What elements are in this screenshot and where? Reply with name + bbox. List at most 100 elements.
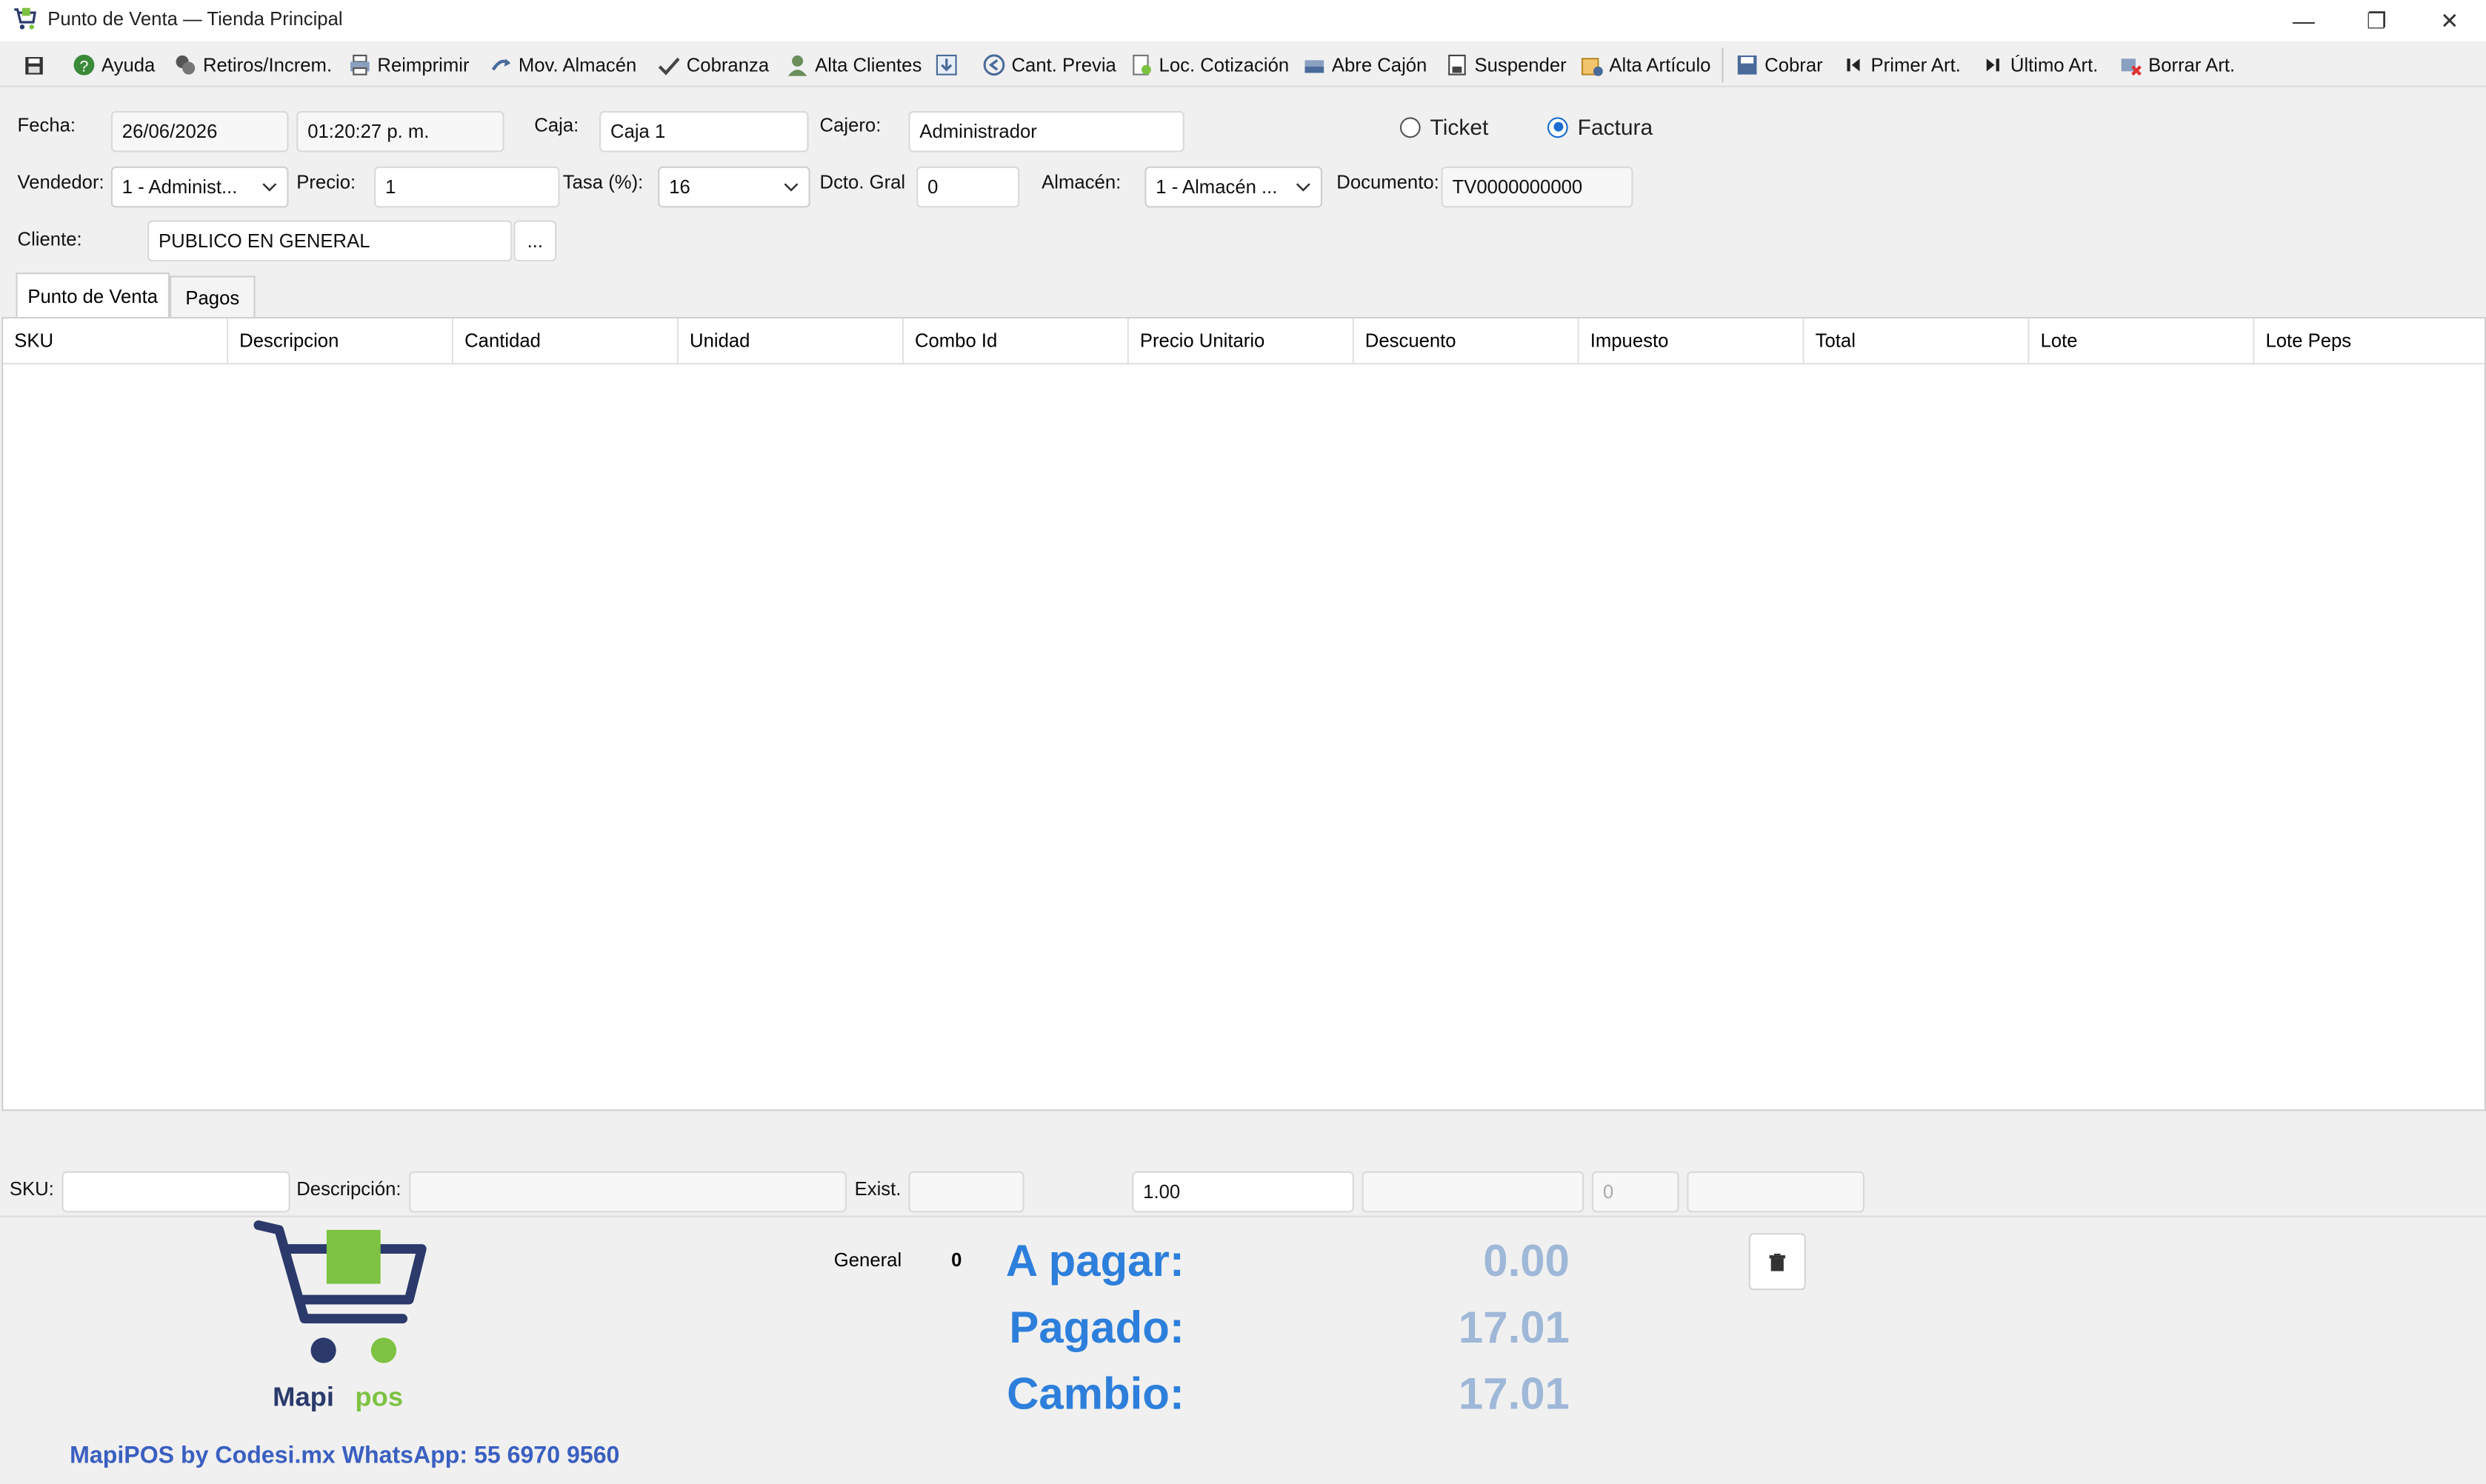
- toolbar-alta-articulo[interactable]: Alta Artículo: [1581, 49, 1710, 81]
- exist-field[interactable]: [908, 1171, 1024, 1213]
- toolbar: ? Ayuda Retiros/Increm. Reimprimir Mov. …: [0, 42, 2486, 87]
- save-toolbar-button[interactable]: [22, 49, 51, 81]
- quote-icon: [1130, 54, 1153, 76]
- exist-label: Exist.: [854, 1177, 902, 1200]
- suspend-icon: [1446, 54, 1468, 76]
- ticket-radio-label: Ticket: [1430, 114, 1489, 140]
- toolbar-label: Reimprimir: [377, 53, 470, 76]
- cantidad-input[interactable]: 1.00: [1132, 1171, 1354, 1213]
- precio-field[interactable]: 1: [374, 166, 560, 208]
- sku-input[interactable]: [61, 1171, 290, 1213]
- toolbar-loc-cotizacion[interactable]: Loc. Cotización: [1130, 49, 1289, 81]
- pagado-label: Pagado:: [1009, 1303, 1184, 1352]
- dcto-label: Dcto. Gral: [819, 171, 906, 194]
- column-header[interactable]: Precio Unitario: [1128, 318, 1354, 365]
- ticket-radio[interactable]: Ticket: [1399, 114, 1489, 140]
- cajero-field[interactable]: Administrador: [908, 110, 1184, 153]
- user-icon: [787, 54, 809, 76]
- column-header[interactable]: Lote Peps: [2254, 318, 2485, 365]
- documento-field[interactable]: TV0000000000: [1441, 166, 1633, 208]
- toolbar-cobranza[interactable]: Cobranza: [658, 49, 769, 81]
- sku-label: SKU:: [9, 1177, 54, 1200]
- window-title: Punto de Venta — Tienda Principal: [47, 7, 343, 30]
- download-icon: [936, 54, 958, 76]
- toolbar-suspender[interactable]: Suspender: [1446, 49, 1567, 81]
- svg-text:?: ?: [79, 57, 88, 75]
- toolbar-label: Borrar Art.: [2148, 53, 2236, 76]
- cart-logo-icon: [253, 1220, 427, 1363]
- logo-text-pos: pos: [355, 1382, 404, 1413]
- pagado-value: 17.01: [1458, 1303, 1570, 1352]
- toolbar-abre-cajon[interactable]: Abre Cajón: [1303, 49, 1427, 81]
- column-header[interactable]: Descuento: [1353, 318, 1579, 365]
- column-header[interactable]: Descripcion: [228, 318, 454, 365]
- logo-text-mapi: Mapi: [273, 1382, 335, 1413]
- close-button[interactable]: ✕: [2413, 0, 2486, 41]
- column-header[interactable]: Unidad: [679, 318, 904, 365]
- precio-entry-field[interactable]: [1362, 1171, 1584, 1213]
- cliente-field[interactable]: PUBLICO EN GENERAL: [147, 220, 513, 262]
- toolbar-label: Último Art.: [2010, 53, 2099, 76]
- cliente-label: Cliente:: [17, 228, 82, 251]
- caja-field[interactable]: Caja 1: [599, 110, 809, 153]
- save-icon: [1736, 54, 1759, 76]
- tasa-value: 16: [669, 176, 690, 198]
- trash-button[interactable]: [1748, 1233, 1806, 1291]
- toolbar-label: Cobrar: [1764, 53, 1823, 76]
- maximize-button[interactable]: ❐: [2340, 0, 2413, 41]
- column-header[interactable]: Total: [1804, 318, 2030, 365]
- factura-radio[interactable]: Factura: [1547, 114, 1653, 139]
- hora-field[interactable]: 01:20:27 p. m.: [296, 110, 504, 153]
- fecha-field[interactable]: 26/06/2026: [110, 110, 289, 153]
- minimize-button[interactable]: —: [2267, 0, 2340, 41]
- toolbar-download[interactable]: [936, 49, 964, 81]
- toolbar-label: Mov. Almacén: [518, 53, 637, 76]
- coins-icon: [174, 54, 196, 76]
- printer-icon: [349, 54, 371, 76]
- total-entry-field[interactable]: [1687, 1171, 1864, 1213]
- a-pagar-value: 0.00: [1483, 1236, 1570, 1286]
- column-header[interactable]: Combo Id: [903, 318, 1129, 365]
- cambio-label: Cambio:: [1007, 1369, 1184, 1419]
- toolbar-alta-clientes[interactable]: Alta Clientes: [787, 49, 922, 81]
- tasa-select[interactable]: 16: [658, 166, 810, 208]
- precio-label: Precio:: [296, 171, 356, 194]
- toolbar-reimprimir[interactable]: Reimprimir: [349, 49, 470, 81]
- impuesto-entry-field[interactable]: 0: [1591, 1171, 1679, 1213]
- cajero-label: Cajero:: [819, 114, 882, 137]
- fecha-label: Fecha:: [17, 114, 76, 137]
- tab-pagos[interactable]: Pagos: [170, 275, 256, 318]
- column-header[interactable]: Lote: [2029, 318, 2255, 365]
- cliente-search-button[interactable]: ...: [513, 220, 557, 262]
- collection-icon: [658, 54, 680, 76]
- toolbar-cobrar[interactable]: Cobrar: [1736, 49, 1823, 81]
- toolbar-label: Loc. Cotización: [1159, 53, 1290, 76]
- chevron-down-icon: [1296, 183, 1310, 192]
- vendedor-select[interactable]: 1 - Administ...: [110, 166, 289, 208]
- sales-grid[interactable]: SKU Descripcion Cantidad Unidad Combo Id…: [1, 317, 2486, 1112]
- toolbar-cant-previa[interactable]: Cant. Previa: [983, 49, 1116, 81]
- toolbar-retiros[interactable]: Retiros/Increm.: [174, 49, 332, 81]
- tab-punto-de-venta[interactable]: Punto de Venta: [16, 273, 170, 318]
- factura-radio-label: Factura: [1577, 114, 1653, 140]
- factura-radio-dot: [1547, 116, 1568, 138]
- divider: [0, 1215, 2486, 1217]
- column-header[interactable]: SKU: [3, 318, 229, 365]
- toolbar-ayuda[interactable]: ? Ayuda: [73, 49, 155, 81]
- toolbar-label: Suspender: [1474, 53, 1567, 76]
- caja-label: Caja:: [534, 114, 579, 137]
- toolbar-ultimo-art[interactable]: Último Art.: [1982, 49, 2098, 81]
- last-icon: [1982, 54, 2004, 76]
- toolbar-borrar-art[interactable]: Borrar Art.: [2120, 49, 2236, 81]
- almacen-label: Almacén:: [1042, 171, 1122, 194]
- descripcion-field[interactable]: [409, 1171, 847, 1213]
- cart-app-icon: [14, 7, 36, 30]
- vendedor-label: Vendedor:: [17, 171, 104, 194]
- dcto-field[interactable]: 0: [916, 166, 1020, 208]
- almacen-select[interactable]: 1 - Almacén ...: [1144, 166, 1323, 208]
- toolbar-mov-almacen[interactable]: Mov. Almacén: [490, 49, 636, 81]
- column-header[interactable]: Impuesto: [1579, 318, 1804, 365]
- footer-credit[interactable]: MapiPOS by Codesi.mx WhatsApp: 55 6970 9…: [70, 1443, 619, 1469]
- toolbar-primer-art[interactable]: Primer Art.: [1842, 49, 1961, 81]
- column-header[interactable]: Cantidad: [453, 318, 679, 365]
